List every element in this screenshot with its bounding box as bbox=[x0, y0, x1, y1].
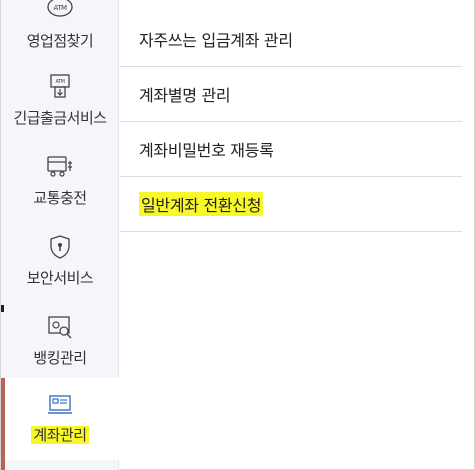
atm-location-icon: ATM bbox=[47, 0, 73, 17]
atm-badge-text: ATM bbox=[56, 79, 65, 85]
sidebar-item-emergency-withdraw[interactable]: ATM 긴급출금서비스 bbox=[1, 73, 119, 128]
sidebar-item-account-management[interactable]: 계좌관리 bbox=[1, 378, 119, 460]
menu-item-label: 계좌별명 관리 bbox=[139, 86, 231, 105]
menu-item-favorite-deposit-accounts[interactable]: 자주쓰는 입금계좌 관리 bbox=[120, 12, 462, 67]
edge-marker bbox=[1, 305, 4, 312]
sidebar-item-label: 교통충전 bbox=[33, 189, 87, 207]
sidebar-item-label: 긴급출금서비스 bbox=[13, 109, 107, 127]
sidebar-item-branch-finder[interactable]: ATM 영업점찾기 bbox=[1, 0, 119, 51]
sidebar-item-label: 계좌관리 bbox=[31, 424, 89, 445]
sidebar: ATM 영업점찾기 ATM 긴급출금서비스 교통충전 보안서비스 뱅킹관리 계좌… bbox=[1, 0, 119, 470]
menu-item-label: 계좌비밀번호 재등록 bbox=[139, 141, 274, 160]
atm-badge-text: ATM bbox=[53, 4, 67, 12]
highlight-mark: 계좌관리 bbox=[31, 426, 89, 444]
active-indicator bbox=[1, 378, 5, 470]
menu-item-account-password-reregister[interactable]: 계좌비밀번호 재등록 bbox=[120, 122, 462, 177]
menu-item-label: 일반계좌 전환신청 bbox=[139, 192, 264, 216]
menu-item-label: 자주쓰는 입금계좌 관리 bbox=[139, 31, 293, 50]
sidebar-item-banking-management[interactable]: 뱅킹관리 bbox=[1, 313, 119, 368]
transit-card-icon bbox=[47, 156, 72, 177]
sidebar-item-label: 뱅킹관리 bbox=[33, 349, 87, 367]
app-frame: ATM 영업점찾기 ATM 긴급출금서비스 교통충전 보안서비스 뱅킹관리 계좌… bbox=[0, 0, 475, 470]
banking-settings-icon bbox=[48, 316, 72, 339]
sidebar-item-security[interactable]: 보안서비스 bbox=[1, 233, 119, 288]
menu-item-general-account-conversion[interactable]: 일반계좌 전환신청 bbox=[120, 177, 462, 232]
shield-icon bbox=[50, 235, 70, 259]
sidebar-item-label: 보안서비스 bbox=[26, 269, 94, 287]
sidebar-item-transit-charge[interactable]: 교통충전 bbox=[1, 153, 119, 208]
menu-item-account-nickname[interactable]: 계좌별명 관리 bbox=[120, 67, 462, 122]
sidebar-item-label: 영업점찾기 bbox=[26, 32, 94, 50]
account-card-icon bbox=[48, 395, 72, 414]
atm-withdraw-icon: ATM bbox=[50, 74, 70, 98]
